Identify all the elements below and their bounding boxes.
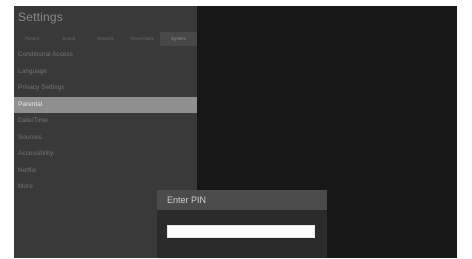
system-menu: Conditional Access Language Privacy Sett… [14,47,197,196]
menu-item-language[interactable]: Language [14,64,197,81]
tab-system[interactable]: System [160,32,197,46]
settings-title: Settings [18,10,63,24]
menu-item-sources[interactable]: Sources [14,130,197,147]
menu-item-netflix[interactable]: Netflix [14,163,197,180]
tv-screen: Settings Picture Sound Network Timer/Ala… [14,6,457,258]
menu-item-privacy-settings[interactable]: Privacy Settings [14,80,197,97]
settings-tabs: Picture Sound Network Timer/Alarm System [14,32,197,46]
pin-dialog-title: Enter PIN [157,190,327,210]
pin-input[interactable] [167,225,315,238]
menu-item-parental[interactable]: Parental [14,96,197,113]
tab-timer-alarm[interactable]: Timer/Alarm [124,32,161,46]
menu-item-date-time[interactable]: Date/Time [14,113,197,130]
menu-item-accessibility[interactable]: Accessibility [14,146,197,163]
tab-sound[interactable]: Sound [51,32,88,46]
pin-dialog: Enter PIN [157,190,327,258]
tab-network[interactable]: Network [87,32,124,46]
tab-picture[interactable]: Picture [14,32,51,46]
menu-item-conditional-access[interactable]: Conditional Access [14,47,197,64]
